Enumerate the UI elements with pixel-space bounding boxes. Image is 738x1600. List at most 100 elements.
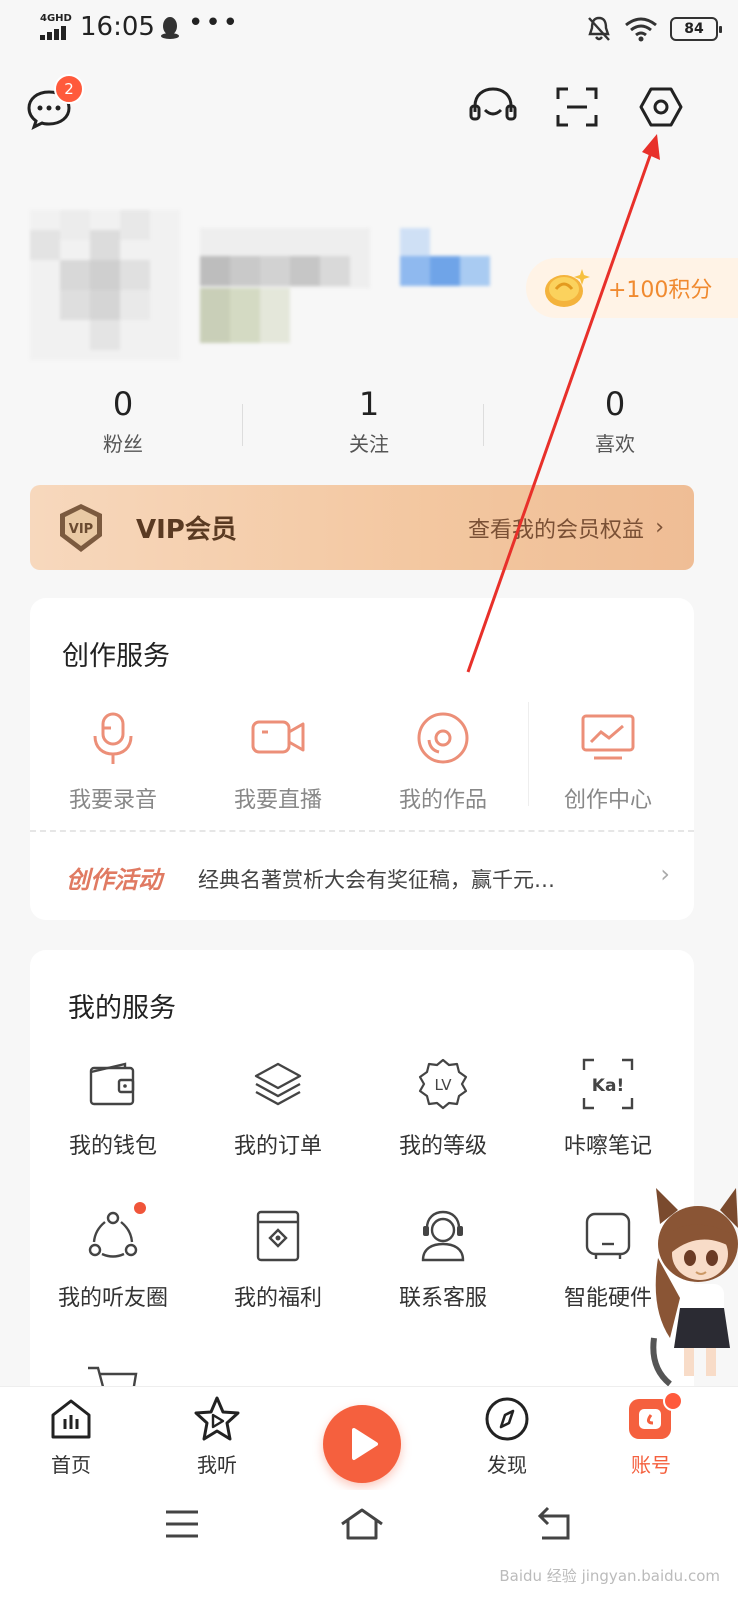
section-title: 我的服务 (68, 993, 176, 1024)
points-label: +100积分 (608, 278, 713, 303)
wallet-icon (89, 1062, 135, 1106)
stat-label: 关注 (349, 432, 389, 456)
divider (483, 404, 484, 446)
account-notification-dot (663, 1391, 683, 1411)
service-label: 我的钱包 (68, 1134, 157, 1159)
record-button[interactable]: 我要录音 (38, 710, 188, 814)
settings-button[interactable] (638, 86, 684, 128)
stat-value: 0 (112, 385, 134, 423)
disc-icon (417, 712, 469, 764)
tab-discover[interactable]: 发现 (462, 1395, 552, 1478)
username (200, 228, 500, 348)
headset-icon (469, 87, 517, 121)
service-label: 我的等级 (398, 1134, 487, 1159)
avatar[interactable] (30, 210, 180, 360)
stat-label: 喜欢 (595, 432, 635, 456)
activity-tag: 创作活动 (66, 866, 162, 894)
star-play-icon (194, 1396, 240, 1441)
tab-my-listen[interactable]: 我听 (172, 1395, 262, 1478)
vip-banner[interactable]: VIP VIP会员 查看我的会员权益 › (30, 485, 694, 570)
gift-box-icon (256, 1210, 300, 1262)
listener-circle-button[interactable]: 我的听友圈 (38, 1208, 188, 1312)
service-label: 咔嚓笔记 (563, 1134, 652, 1159)
creator-center-button[interactable]: 创作中心 (533, 710, 683, 814)
welfare-button[interactable]: 我的福利 (203, 1208, 353, 1312)
service-label: 我的作品 (398, 788, 487, 813)
ka-notes-button[interactable]: Ka! 咔嚓笔记 (533, 1056, 683, 1160)
back-icon[interactable] (534, 1506, 574, 1542)
create-services-card: 创作服务 我要录音 我要直播 我的作品 创作中心 创作活动 经典名著赏析大会有奖… (30, 598, 694, 920)
menu-icon[interactable] (164, 1508, 200, 1540)
my-works-button[interactable]: 我的作品 (368, 710, 518, 814)
status-time: 16:05 (80, 12, 155, 42)
layers-icon (254, 1062, 302, 1106)
stat-value: 1 (358, 385, 380, 423)
mascot-character[interactable] (650, 1188, 738, 1388)
divider (528, 702, 529, 806)
contact-support-button[interactable]: 联系客服 (368, 1208, 518, 1312)
battery-indicator: 84 (670, 17, 722, 41)
service-label: 我要录音 (68, 788, 157, 813)
scan-icon (556, 87, 598, 127)
tab-account[interactable]: 账号 (606, 1395, 696, 1478)
video-camera-icon (251, 720, 305, 754)
my-services-card: 我的服务 我的钱包 我的订单 LV 我的等级 Ka! 咔嚓笔记 我的听友圈 我的… (30, 950, 694, 1410)
qq-penguin-icon (161, 17, 179, 39)
stats-row: 0 粉丝 1 关注 0 喜欢 (0, 380, 738, 470)
level-button[interactable]: LV 我的等级 (368, 1056, 518, 1160)
stat-following[interactable]: 1 关注 (246, 380, 492, 470)
wallet-button[interactable]: 我的钱包 (38, 1056, 188, 1160)
monitor-chart-icon (581, 714, 635, 760)
wifi-icon (625, 17, 657, 42)
vip-benefits-link[interactable]: 查看我的会员权益 (468, 512, 644, 544)
divider (30, 830, 694, 832)
tab-label: 我听 (197, 1453, 237, 1477)
gold-coin-icon (545, 269, 590, 307)
service-label: 联系客服 (398, 1286, 487, 1311)
level-icon-text: LV (435, 1076, 453, 1094)
vip-badge-text: VIP (69, 522, 93, 537)
bell-muted-icon (588, 16, 610, 41)
play-icon (352, 1428, 378, 1460)
activity-text: 经典名著赏析大会有奖征稿，赢千元… (198, 868, 555, 892)
points-button[interactable]: +100积分 (526, 258, 738, 318)
signal-icon (40, 26, 70, 40)
tab-label: 账号 (631, 1453, 671, 1477)
service-label: 我的订单 (233, 1134, 322, 1159)
status-bar: 4GHD 16:05 ••• 84 (0, 0, 738, 58)
system-nav-bar: Baidu 经验 jingyan.baidu.com (0, 1490, 738, 1600)
scan-button[interactable] (555, 86, 599, 128)
customer-service-button[interactable] (468, 86, 518, 128)
message-badge: 2 (54, 74, 84, 104)
play-button[interactable] (323, 1405, 401, 1483)
smart-speaker-icon (585, 1212, 631, 1259)
more-notifications-icon: ••• (188, 8, 241, 38)
live-button[interactable]: 我要直播 (203, 710, 353, 814)
divider (242, 404, 243, 446)
watermark: Baidu 经验 jingyan.baidu.com (499, 1567, 720, 1585)
stat-followers[interactable]: 0 粉丝 (0, 380, 246, 470)
tab-label: 首页 (51, 1453, 91, 1477)
level-badge-icon: LV (418, 1058, 468, 1110)
service-label: 我的福利 (233, 1286, 322, 1311)
home-icon (51, 1399, 91, 1439)
chevron-right-icon: › (655, 515, 664, 540)
microphone-icon (93, 712, 133, 764)
chevron-right-icon: › (660, 860, 670, 888)
home-nav-icon[interactable] (338, 1506, 386, 1542)
service-label: 创作中心 (563, 788, 652, 813)
service-label: 我要直播 (233, 788, 322, 813)
compass-icon (485, 1397, 529, 1441)
ka-icon-text: Ka! (592, 1076, 624, 1096)
stat-likes[interactable]: 0 喜欢 (492, 380, 738, 470)
stat-value: 0 (604, 385, 626, 423)
network-type: 4GHD (40, 13, 72, 24)
section-title: 创作服务 (62, 641, 170, 672)
vip-badge-icon: VIP (60, 503, 102, 552)
bottom-tab-bar: 首页 我听 发现 账号 (0, 1386, 738, 1490)
tab-home[interactable]: 首页 (26, 1395, 116, 1478)
service-label: 我的听友圈 (57, 1286, 168, 1311)
orders-button[interactable]: 我的订单 (203, 1056, 353, 1160)
customer-service-icon (421, 1210, 465, 1262)
account-page: 4GHD 16:05 ••• 84 2 +100积分 0 粉丝 1 关注 0 喜… (0, 0, 738, 1600)
